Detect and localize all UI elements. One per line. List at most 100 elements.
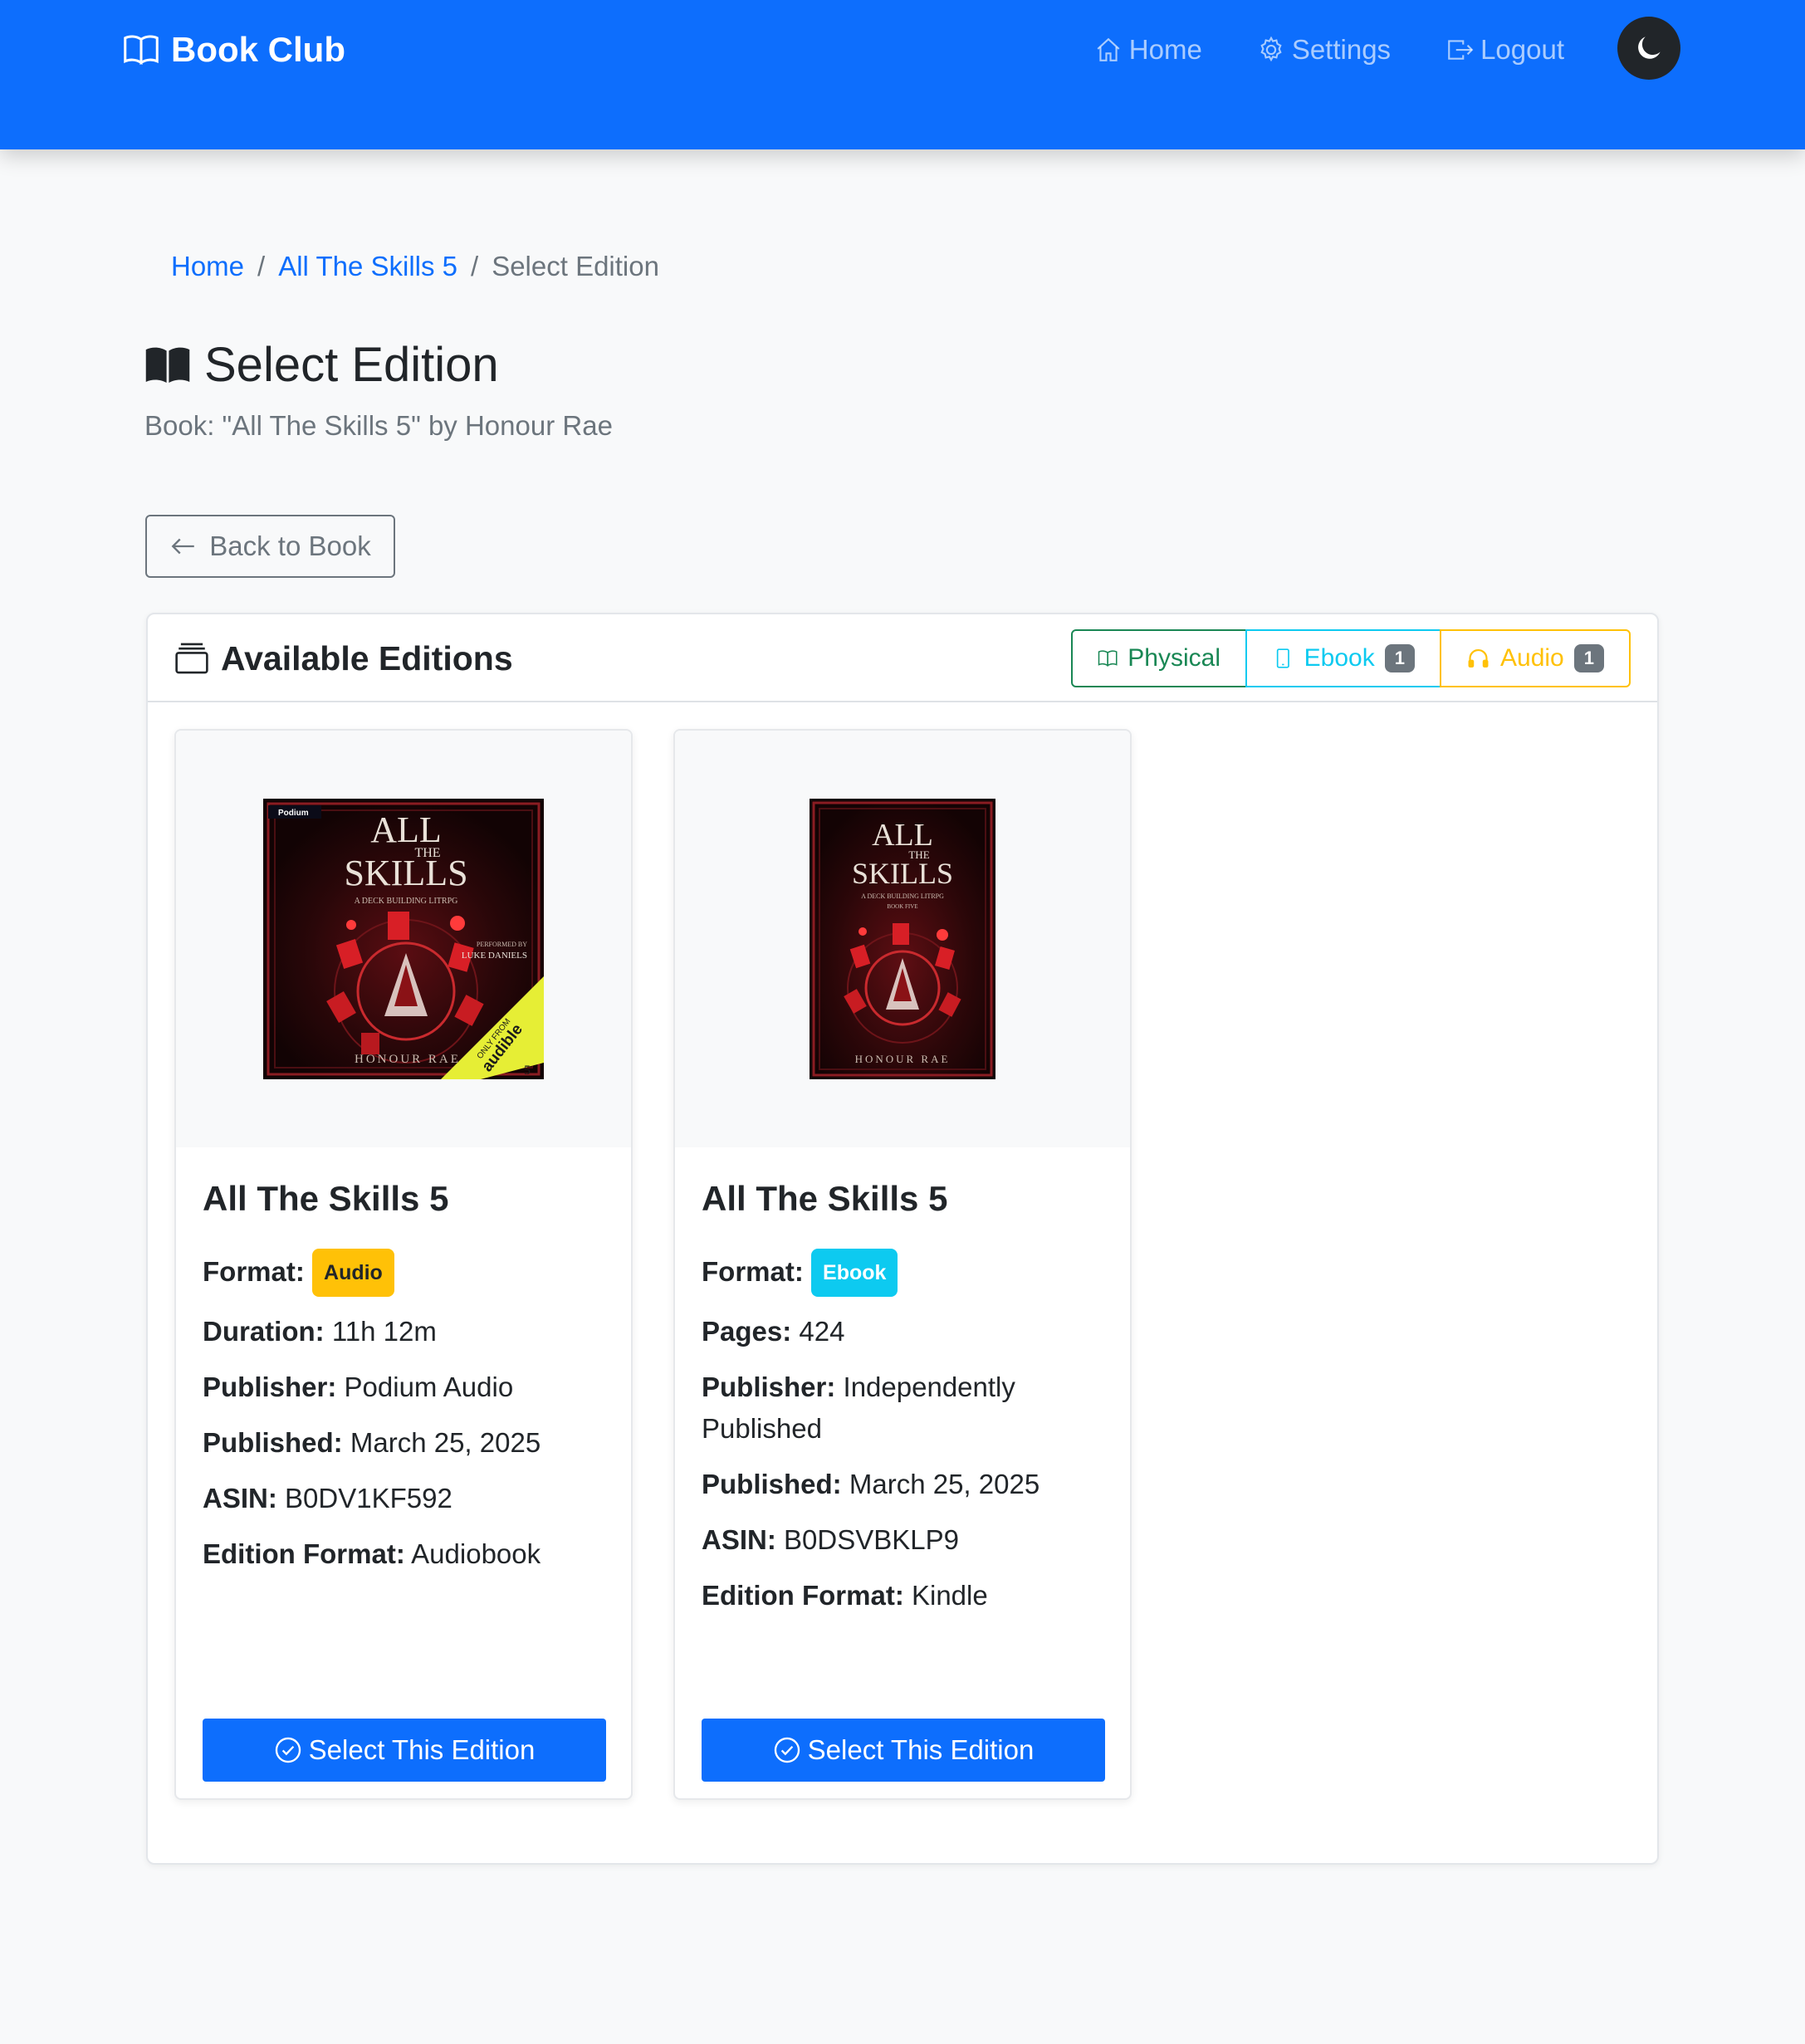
- cover-number: 5: [524, 1064, 531, 1078]
- back-to-book-label: Back to Book: [209, 531, 371, 561]
- edition-card-audio: Podium ALL THE SKILLS A DECK BUILDING LI…: [174, 729, 633, 1800]
- breadcrumb-book[interactable]: All The Skills 5: [278, 251, 457, 282]
- cover-title-line3: SKILLS: [852, 857, 953, 890]
- cover-narrator-label: PERFORMED BY: [477, 941, 527, 948]
- nav-home-label: Home: [1128, 34, 1202, 65]
- arrow-left-icon: [171, 538, 195, 555]
- cover-publisher-logo: Podium: [278, 809, 309, 818]
- format-label: Format:: [702, 1256, 804, 1287]
- format-label: Format:: [203, 1256, 305, 1287]
- field-label: Duration:: [203, 1316, 325, 1347]
- logout-icon: [1448, 40, 1474, 60]
- cover-title-line1: ALL: [370, 809, 442, 850]
- headphones-icon: [1468, 648, 1489, 668]
- field-value: B0DV1KF592: [285, 1483, 452, 1513]
- select-edition-button[interactable]: Select This Edition: [203, 1719, 606, 1782]
- filter-audio-button[interactable]: Audio 1: [1440, 629, 1631, 687]
- edition-title: All The Skills 5: [203, 1179, 449, 1218]
- edition-card-ebook: ALL THE SKILLS A DECK BUILDING LITRPG BO…: [673, 729, 1132, 1800]
- cover-tagline: A DECK BUILDING LITRPG: [355, 897, 458, 906]
- breadcrumb-separator: /: [257, 251, 266, 281]
- breadcrumb-separator: /: [471, 251, 479, 281]
- edition-details: All The Skills 5 Format: Audio Duration:…: [203, 1179, 609, 1589]
- field-value: Podium Audio: [344, 1372, 514, 1402]
- editions-card-title: Available Editions: [174, 638, 513, 679]
- field-label: Edition Format:: [702, 1580, 904, 1611]
- brand-link[interactable]: Book Club: [123, 28, 345, 71]
- nav-logout-label: Logout: [1480, 34, 1564, 65]
- field-label: Published:: [702, 1469, 842, 1499]
- navbar: Book Club Home Settings Logout: [0, 0, 1805, 149]
- theme-toggle-button[interactable]: [1617, 17, 1680, 80]
- filter-audio-count: 1: [1573, 644, 1604, 672]
- moon-icon: [1638, 37, 1661, 59]
- nav-settings-link[interactable]: Settings: [1257, 34, 1391, 66]
- edition-format-type-row: Edition Format: Audiobook: [203, 1533, 609, 1575]
- open-book-icon: [145, 347, 190, 383]
- cover-narrator-name: LUKE DANIELS: [462, 951, 527, 961]
- nav-links: Home Settings Logout: [1094, 28, 1564, 71]
- audiobook-cover-art: Podium ALL THE SKILLS A DECK BUILDING LI…: [263, 799, 544, 1079]
- ebook-cover-image: ALL THE SKILLS A DECK BUILDING LITRPG BO…: [810, 799, 995, 1079]
- editions-card: Available Editions Physical Ebook 1 Audi…: [146, 613, 1659, 1865]
- nav-logout-link[interactable]: Logout: [1445, 34, 1564, 66]
- edition-details: All The Skills 5 Format: Ebook Pages: 42…: [702, 1179, 1108, 1631]
- check-circle-icon: [774, 1737, 800, 1763]
- filter-ebook-button[interactable]: Ebook 1: [1245, 629, 1441, 687]
- field-value: March 25, 2025: [350, 1427, 541, 1458]
- field-label: Publisher:: [702, 1372, 836, 1402]
- cover-tagline: A DECK BUILDING LITRPG: [861, 892, 944, 900]
- filter-physical-button[interactable]: Physical: [1071, 629, 1247, 687]
- back-to-book-button[interactable]: Back to Book: [145, 515, 395, 578]
- editions-card-title-text: Available Editions: [221, 638, 513, 677]
- edition-duration-row: Duration: 11h 12m: [203, 1311, 609, 1352]
- breadcrumb-home[interactable]: Home: [171, 251, 244, 282]
- field-value: B0DSVBKLP9: [784, 1524, 959, 1555]
- field-value: March 25, 2025: [849, 1469, 1040, 1499]
- house-icon: [1097, 37, 1120, 61]
- field-value: 424: [799, 1316, 845, 1347]
- cover-author: HONOUR RAE: [855, 1053, 951, 1065]
- nav-settings-label: Settings: [1291, 34, 1392, 65]
- select-edition-button[interactable]: Select This Edition: [702, 1719, 1105, 1782]
- page-subtitle: Book: "All The Skills 5" by Honour Rae: [144, 410, 613, 441]
- edition-format-row: Format: Ebook: [702, 1249, 1108, 1297]
- cover-author: HONOUR RAE: [355, 1053, 461, 1066]
- cover-title-line3: SKILLS: [344, 853, 467, 893]
- edition-publisher-row: Publisher: Independently Published: [702, 1367, 1108, 1450]
- tablet-icon: [1276, 648, 1289, 668]
- filter-audio-label: Audio: [1500, 644, 1564, 672]
- nav-home-link[interactable]: Home: [1094, 34, 1202, 66]
- ebook-cover-art: ALL THE SKILLS A DECK BUILDING LITRPG BO…: [810, 799, 995, 1079]
- edition-format-type-row: Edition Format: Kindle: [702, 1575, 1108, 1616]
- edition-format-row: Format: Audio: [203, 1249, 609, 1297]
- format-badge-audio: Audio: [312, 1249, 394, 1297]
- field-label: Pages:: [702, 1316, 792, 1347]
- select-edition-label: Select This Edition: [807, 1734, 1035, 1765]
- editions-card-header: Available Editions Physical Ebook 1 Audi…: [148, 614, 1657, 702]
- edition-pages-row: Pages: 424: [702, 1311, 1108, 1352]
- cover-book-number: BOOK FIVE: [887, 903, 917, 910]
- edition-cover-area: Podium ALL THE SKILLS A DECK BUILDING LI…: [176, 731, 631, 1147]
- filter-ebook-count: 1: [1384, 644, 1415, 672]
- edition-published-row: Published: March 25, 2025: [702, 1464, 1108, 1505]
- audiobook-cover-image: Podium ALL THE SKILLS A DECK BUILDING LI…: [263, 799, 544, 1079]
- brand-name: Book Club: [171, 30, 345, 69]
- format-filter-group: Physical Ebook 1 Audio 1: [1071, 629, 1631, 687]
- field-label: Published:: [203, 1427, 343, 1458]
- field-value: Kindle: [911, 1580, 988, 1611]
- book-icon: [124, 35, 159, 66]
- edition-published-row: Published: March 25, 2025: [203, 1422, 609, 1464]
- book-icon: [1098, 650, 1118, 667]
- field-label: ASIN:: [702, 1524, 776, 1555]
- check-circle-icon: [275, 1737, 301, 1763]
- edition-cover-area: ALL THE SKILLS A DECK BUILDING LITRPG BO…: [675, 731, 1130, 1147]
- edition-asin-row: ASIN: B0DSVBKLP9: [702, 1519, 1108, 1561]
- breadcrumb: Home / All The Skills 5 / Select Edition: [171, 251, 659, 282]
- edition-asin-row: ASIN: B0DV1KF592: [203, 1478, 609, 1519]
- breadcrumb-current: Select Edition: [492, 251, 659, 281]
- edition-publisher-row: Publisher: Podium Audio: [203, 1367, 609, 1408]
- field-value: Audiobook: [411, 1538, 541, 1569]
- format-badge-ebook: Ebook: [811, 1249, 898, 1297]
- select-edition-label: Select This Edition: [308, 1734, 536, 1765]
